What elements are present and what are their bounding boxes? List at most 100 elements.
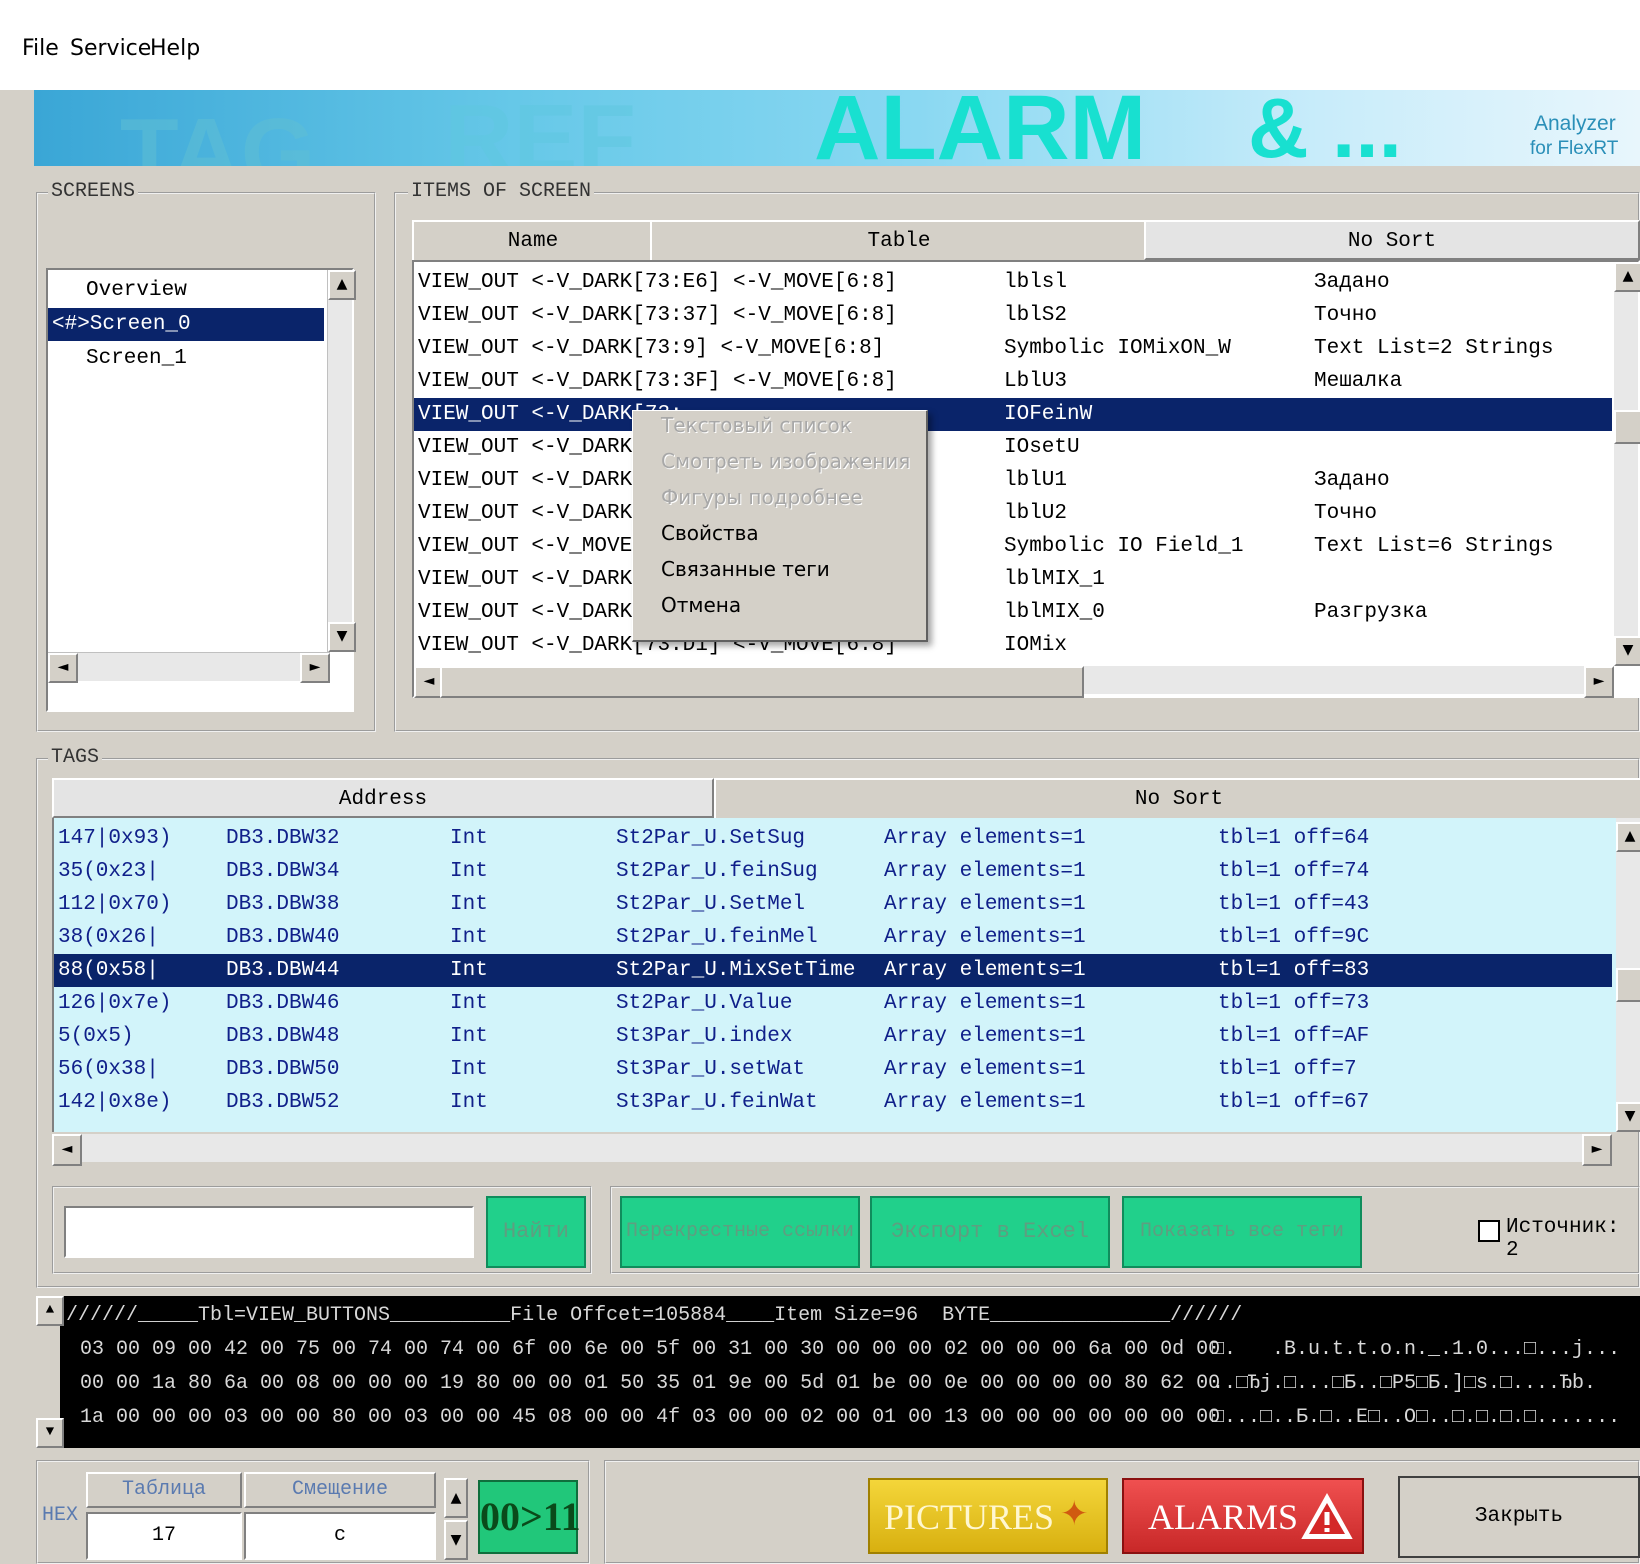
tags-scroll-down-button[interactable]: ▼	[1616, 1102, 1640, 1132]
items-row[interactable]: VIEW_OUT <-V_MOVE[6:8 Symbolic IO Field_1…	[414, 530, 1612, 563]
hex-scroll-up-button[interactable]: ▲	[36, 1296, 64, 1326]
context-menu-item[interactable]: Связанные теги	[661, 557, 830, 581]
items-scroll-right-button[interactable]: ►	[1584, 666, 1614, 698]
items-row[interactable]: VIEW_OUT <-V_DARK[73:9] <-V_MOVE[6:8] Sym…	[414, 332, 1612, 365]
items-header-table[interactable]: Table	[650, 220, 1148, 264]
items-vscroll-thumb[interactable]	[1614, 410, 1640, 444]
offset-header: Смещение	[244, 1472, 436, 1508]
items-row[interactable]: VIEW_OUT <-V_DARK[73: lblMIX_0 Разгрузка	[414, 596, 1612, 629]
screen-list-item[interactable]: Overview	[48, 274, 324, 307]
tags-vscrollbar[interactable]: ▲ ▼	[1616, 818, 1640, 1132]
tags-header-sort[interactable]: No Sort	[714, 778, 1640, 822]
items-cell-extra: Точно	[1314, 502, 1378, 525]
items-row[interactable]: VIEW_OUT <-V_DARK[73: lblU1 Задано	[414, 464, 1612, 497]
search-input[interactable]	[64, 1206, 474, 1258]
table-header: Таблица	[86, 1472, 242, 1508]
items-row[interactable]: VIEW_OUT <-V_DARK[73:E6] <-V_MOVE[6:8] lb…	[414, 266, 1612, 299]
arrow-right-icon: ►	[1593, 673, 1605, 689]
screens-scroll-up-button[interactable]: ▲	[328, 270, 356, 300]
tags-cell: tbl=1 off=AF	[1218, 1025, 1370, 1048]
items-row[interactable]: VIEW_OUT <-V_DARK[73: lblMIX_1	[414, 563, 1612, 596]
arrow-down-icon: ▼	[1624, 1108, 1636, 1124]
convert-button[interactable]: 00>11	[478, 1480, 581, 1554]
context-menu-item[interactable]: Отмена	[661, 593, 741, 617]
items-cell-extra: Разгрузка	[1314, 601, 1428, 624]
close-button[interactable]: Закрыть	[1398, 1476, 1640, 1558]
find-button[interactable]: Найти	[486, 1196, 586, 1268]
screens-scroll-down-button[interactable]: ▼	[328, 622, 356, 652]
export-excel-button[interactable]: Экспорт в Excel	[870, 1196, 1110, 1268]
items-row[interactable]: VIEW_OUT <-V_DARK[73:37] <-V_MOVE[6:8] lb…	[414, 299, 1612, 332]
table-value-field[interactable]: 17	[86, 1512, 242, 1560]
items-hscrollbar[interactable]: ◄ ►	[414, 666, 1614, 698]
tags-cell: DB3.DBW32	[226, 827, 340, 850]
tags-cell: Int	[450, 1058, 488, 1081]
menu-file[interactable]: File	[22, 36, 59, 61]
tags-cell: St2Par_U.feinSug	[616, 860, 818, 883]
banner-analyzer-line1: Analyzer	[1534, 112, 1616, 135]
tags-row[interactable]: 126|0x7e) DB3.DBW46 Int St2Par_U.Value Array…	[54, 987, 1612, 1020]
items-cell-extra: Точно	[1314, 304, 1378, 327]
items-scroll-up-button[interactable]: ▲	[1614, 262, 1640, 292]
tags-row[interactable]: 88(0x58| DB3.DBW44 Int St2Par_U.MixSetTime A…	[54, 954, 1612, 987]
items-of-screen-legend: ITEMS OF SCREEN	[408, 180, 595, 203]
tags-row[interactable]: 56(0x38| DB3.DBW50 Int St3Par_U.setWat Array…	[54, 1053, 1612, 1086]
tags-scroll-right-button[interactable]: ►	[1582, 1134, 1612, 1166]
offset-value-field[interactable]: c	[244, 1512, 436, 1560]
screens-hscrollbar[interactable]: ◄ ►	[48, 652, 330, 683]
alarms-button[interactable]: ALARMS	[1122, 1478, 1364, 1554]
tags-scroll-up-button[interactable]: ▲	[1616, 822, 1640, 852]
screens-scroll-right-button[interactable]: ►	[300, 653, 330, 683]
items-row[interactable]: VIEW_OUT <-V_DARK[73: IOsetU	[414, 431, 1612, 464]
items-row[interactable]: VIEW_OUT <-V_DARK[73: lblU2 Точно	[414, 497, 1612, 530]
tags-cell: DB3.DBW52	[226, 1091, 340, 1114]
tags-hscrollbar[interactable]: ◄ ►	[52, 1134, 1612, 1166]
screen-list-item[interactable]: Screen_1	[48, 342, 324, 375]
items-hscroll-thumb[interactable]	[440, 666, 1084, 698]
hex-ascii-1: □. .B.u.t.t.o.n._.1.0...□...j...	[1212, 1338, 1621, 1361]
tags-listview[interactable]: 147|0x93) DB3.DBW32 Int St2Par_U.SetSug Arra…	[52, 818, 1640, 1132]
tags-cell: Array elements=1	[884, 959, 1086, 982]
menu-service[interactable]: Service	[70, 36, 151, 61]
tags-row[interactable]: 5(0x5) DB3.DBW48 Int St3Par_U.index Array el…	[54, 1020, 1612, 1053]
items-header-name[interactable]: Name	[412, 220, 654, 264]
tags-row[interactable]: 112|0x70) DB3.DBW38 Int St2Par_U.SetMel Arra…	[54, 888, 1612, 921]
hex-vscrollbar[interactable]: ▲ ▼	[36, 1296, 64, 1448]
pictures-button[interactable]: PICTURES ✦	[868, 1478, 1108, 1554]
sources-checkbox[interactable]	[1478, 1220, 1500, 1242]
tags-row[interactable]: 35(0x23| DB3.DBW34 Int St2Par_U.feinSug Arra…	[54, 855, 1612, 888]
items-cell-table: lblU2	[1004, 502, 1068, 525]
tags-vscroll-thumb[interactable]	[1616, 968, 1640, 1002]
tags-cell: DB3.DBW34	[226, 860, 340, 883]
items-row[interactable]: VIEW_OUT <-V_DARK[73: IOFeinW	[414, 398, 1612, 431]
tags-cell: Array elements=1	[884, 860, 1086, 883]
screens-vscrollbar[interactable]: ▲ ▼	[327, 270, 356, 652]
tags-scroll-left-button[interactable]: ◄	[52, 1134, 82, 1166]
hex-scroll-down-button[interactable]: ▼	[36, 1418, 64, 1448]
items-row[interactable]: VIEW_OUT <-V_DARK[73:3F] <-V_MOVE[6:8] Lb…	[414, 365, 1612, 398]
cross-references-button[interactable]: Перекрестные ссылки	[620, 1196, 860, 1268]
spin-down-button[interactable]: ▼	[444, 1520, 468, 1560]
items-scroll-down-button[interactable]: ▼	[1614, 636, 1640, 666]
app-window: File Service Help TAG REF ALARM & ... An…	[0, 0, 1640, 1564]
tags-header-address[interactable]: Address	[52, 778, 714, 818]
tags-cell: Array elements=1	[884, 1025, 1086, 1048]
menu-help[interactable]: Help	[150, 36, 200, 61]
screen-list-item[interactable]: <#>Screen_0	[48, 308, 324, 341]
hex-ascii-3: □...□..Б.□..E□..O□..□.□.□.□.......	[1212, 1406, 1621, 1429]
items-vscrollbar[interactable]: ▲ ▼	[1614, 262, 1640, 666]
context-menu-item[interactable]: Свойства	[661, 521, 759, 545]
tags-cell: St2Par_U.SetSug	[616, 827, 806, 850]
spin-up-button[interactable]: ▲	[444, 1478, 468, 1518]
show-all-tags-button[interactable]: Показать все теги	[1122, 1196, 1362, 1268]
tags-row[interactable]: 38(0x26| DB3.DBW40 Int St2Par_U.feinMel Arra…	[54, 921, 1612, 954]
context-menu-items: Текстовый список Смотреть изображения Фигу…	[633, 411, 926, 640]
items-header-sort[interactable]: No Sort	[1144, 220, 1640, 260]
screens-scroll-left-button[interactable]: ◄	[48, 653, 78, 683]
warning-icon	[1301, 1492, 1353, 1539]
screens-listbox[interactable]: Overview <#>Screen_0 Screen_1 ▲ ▼ ◄ ►	[46, 268, 356, 712]
items-row[interactable]: VIEW_OUT <-V_DARK[73:D1] <-V_MOVE[6:8] IO…	[414, 629, 1612, 662]
tags-row[interactable]: 147|0x93) DB3.DBW32 Int St2Par_U.SetSug Arra…	[54, 822, 1612, 855]
tags-row[interactable]: 142|0x8e) DB3.DBW52 Int St3Par_U.feinWat Arr…	[54, 1086, 1612, 1119]
items-listview[interactable]: VIEW_OUT <-V_DARK[73:E6] <-V_MOVE[6:8] lb…	[412, 260, 1640, 698]
